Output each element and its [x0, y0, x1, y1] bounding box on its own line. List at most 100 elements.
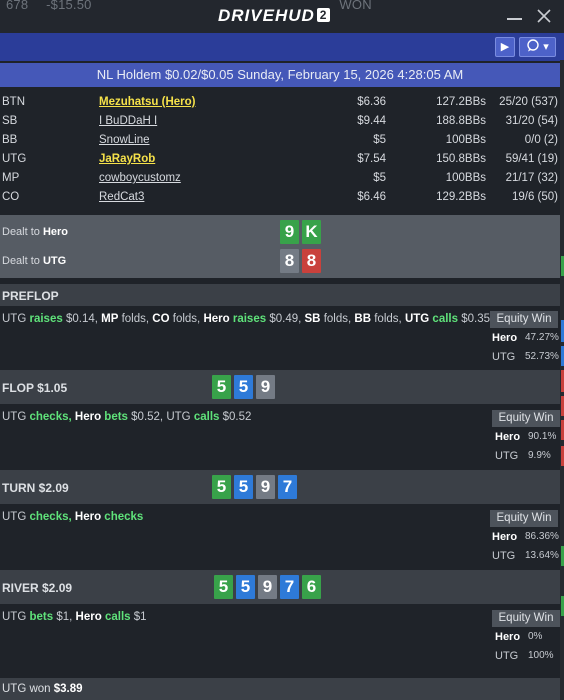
action-verb: calls [104, 611, 131, 623]
flop-header: FLOP $1.05 5 5 9 [0, 370, 560, 404]
play-icon: ▶ [500, 41, 510, 53]
equity-value: 86.36% [525, 531, 559, 542]
dealt-to-hero: Dealt to Hero [2, 226, 68, 238]
action-player: UTG [404, 313, 430, 325]
player-name-link[interactable]: Mezuhatsu (Hero) [99, 96, 195, 108]
player-stack: $6.36 [357, 96, 386, 108]
logo-text: DRIVEHUD [218, 6, 315, 25]
comment-button[interactable]: ▾ [519, 37, 556, 57]
action-player: MP [101, 313, 119, 325]
equity-value: 90.1% [528, 431, 557, 442]
utg-hole-card: 8 [302, 249, 321, 273]
bg-stat-won: WON [339, 0, 372, 12]
board-card: 9 [256, 475, 275, 499]
player-name-link[interactable]: JaRayRob [99, 153, 155, 165]
bg-stat-hands: 678 [6, 0, 29, 12]
action-player: UTG [2, 411, 27, 423]
action-player: Hero [75, 611, 102, 623]
player-stats: 0/0 (2) [524, 134, 558, 146]
player-position: MP [2, 172, 20, 184]
action-player: CO [152, 313, 170, 325]
player-stack-bbs: 100BBs [445, 134, 486, 146]
dealt-label: Dealt to [2, 226, 43, 238]
equity-win-header: Equity Win [490, 311, 558, 328]
player-stack: $9.44 [357, 115, 386, 127]
action-verb: raises [232, 313, 267, 325]
player-name-link[interactable]: SnowLine [99, 134, 150, 146]
player-name-link[interactable]: I BuDDaH I [99, 115, 157, 127]
equity-value: 13.64% [525, 550, 559, 561]
board-card: 5 [212, 375, 231, 399]
player-row: SB I BuDDaH I $9.44 188.8BBs 31/20 (54) [0, 113, 560, 132]
action-verb: calls [193, 411, 220, 423]
action-verb: bets [104, 411, 128, 423]
action-player: SB [304, 313, 321, 325]
dealt-player: UTG [42, 255, 67, 267]
minimize-button[interactable] [503, 4, 527, 28]
hero-hole-card: K [302, 220, 321, 244]
winner-label: UTG won [2, 683, 54, 695]
player-stack-bbs: 129.2BBs [436, 191, 486, 203]
board-card: 5 [234, 475, 253, 499]
equity-win-header: Equity Win [490, 510, 558, 527]
river-header: RIVER $2.09 5 5 9 7 6 [0, 570, 560, 604]
player-row: BB SnowLine $5 100BBs 0/0 (2) [0, 132, 560, 151]
action-verb: bets [29, 611, 54, 623]
board-card: 5 [236, 575, 255, 599]
equity-value: 0% [528, 631, 543, 642]
players-list: BTN Mezuhatsu (Hero) $6.36 127.2BBs 25/2… [0, 94, 560, 208]
board-card: 5 [214, 575, 233, 599]
action-verb: folds, [323, 313, 352, 325]
player-stack: $6.46 [357, 191, 386, 203]
action-amount: $0.52, [131, 411, 164, 423]
player-stack-bbs: 150.8BBs [436, 153, 486, 165]
player-position: BB [2, 134, 18, 146]
action-player: Hero [74, 511, 102, 523]
action-player: UTG [166, 411, 191, 423]
equity-player: UTG [492, 550, 516, 562]
chevron-down-icon: ▾ [543, 41, 549, 53]
dealt-player: Hero [42, 226, 69, 238]
action-amount: $0.49, [269, 313, 302, 325]
action-verb: folds, [374, 313, 402, 325]
player-name-link[interactable]: cowboycustomz [99, 172, 181, 184]
street-title: PREFLOP [2, 289, 59, 303]
action-player: UTG [2, 511, 27, 523]
player-position: SB [2, 115, 18, 127]
turn-header: TURN $2.09 5 5 9 7 [0, 470, 560, 504]
board-card: 5 [234, 375, 253, 399]
player-position: BTN [2, 96, 25, 108]
player-stack: $7.54 [357, 153, 386, 165]
dealt-to-utg: Dealt to UTG [2, 255, 66, 267]
action-amount: $0.35 [461, 313, 490, 325]
river-actions: UTG bets $1, Hero calls $1 [2, 611, 147, 623]
street-title: FLOP $1.05 [2, 381, 68, 395]
turn-actions: UTG checks, Hero checks [2, 511, 143, 523]
equity-player: UTG [495, 450, 519, 462]
player-stack: $5 [373, 134, 386, 146]
player-stack-bbs: 127.2BBs [436, 96, 486, 108]
equity-player: Hero [492, 531, 518, 543]
player-stats: 21/17 (32) [505, 172, 558, 184]
board-card: 9 [258, 575, 277, 599]
player-name-link[interactable]: RedCat3 [99, 191, 144, 203]
street-title: RIVER $2.09 [2, 581, 73, 595]
equity-player: Hero [495, 431, 521, 443]
player-stats: 25/20 (537) [499, 96, 558, 108]
player-stack-bbs: 100BBs [445, 172, 486, 184]
action-amount: $1, [56, 611, 73, 623]
flop-actions: UTG checks, Hero bets $0.52, UTG calls $… [2, 411, 251, 423]
equity-win-header: Equity Win [492, 410, 560, 427]
hand-info-header: NL Holdem $0.02/$0.05 Sunday, February 1… [0, 63, 560, 87]
action-verb: calls [432, 313, 458, 325]
action-verb: folds, [121, 313, 150, 325]
board-card: 6 [302, 575, 321, 599]
board-card: 7 [280, 575, 299, 599]
action-player: BB [354, 313, 372, 325]
equity-player: UTG [495, 650, 519, 662]
chat-bubble-icon [527, 39, 539, 52]
close-button[interactable] [532, 4, 556, 28]
action-player: Hero [74, 411, 102, 423]
play-button[interactable]: ▶ [495, 37, 515, 57]
player-stack-bbs: 188.8BBs [436, 115, 486, 127]
